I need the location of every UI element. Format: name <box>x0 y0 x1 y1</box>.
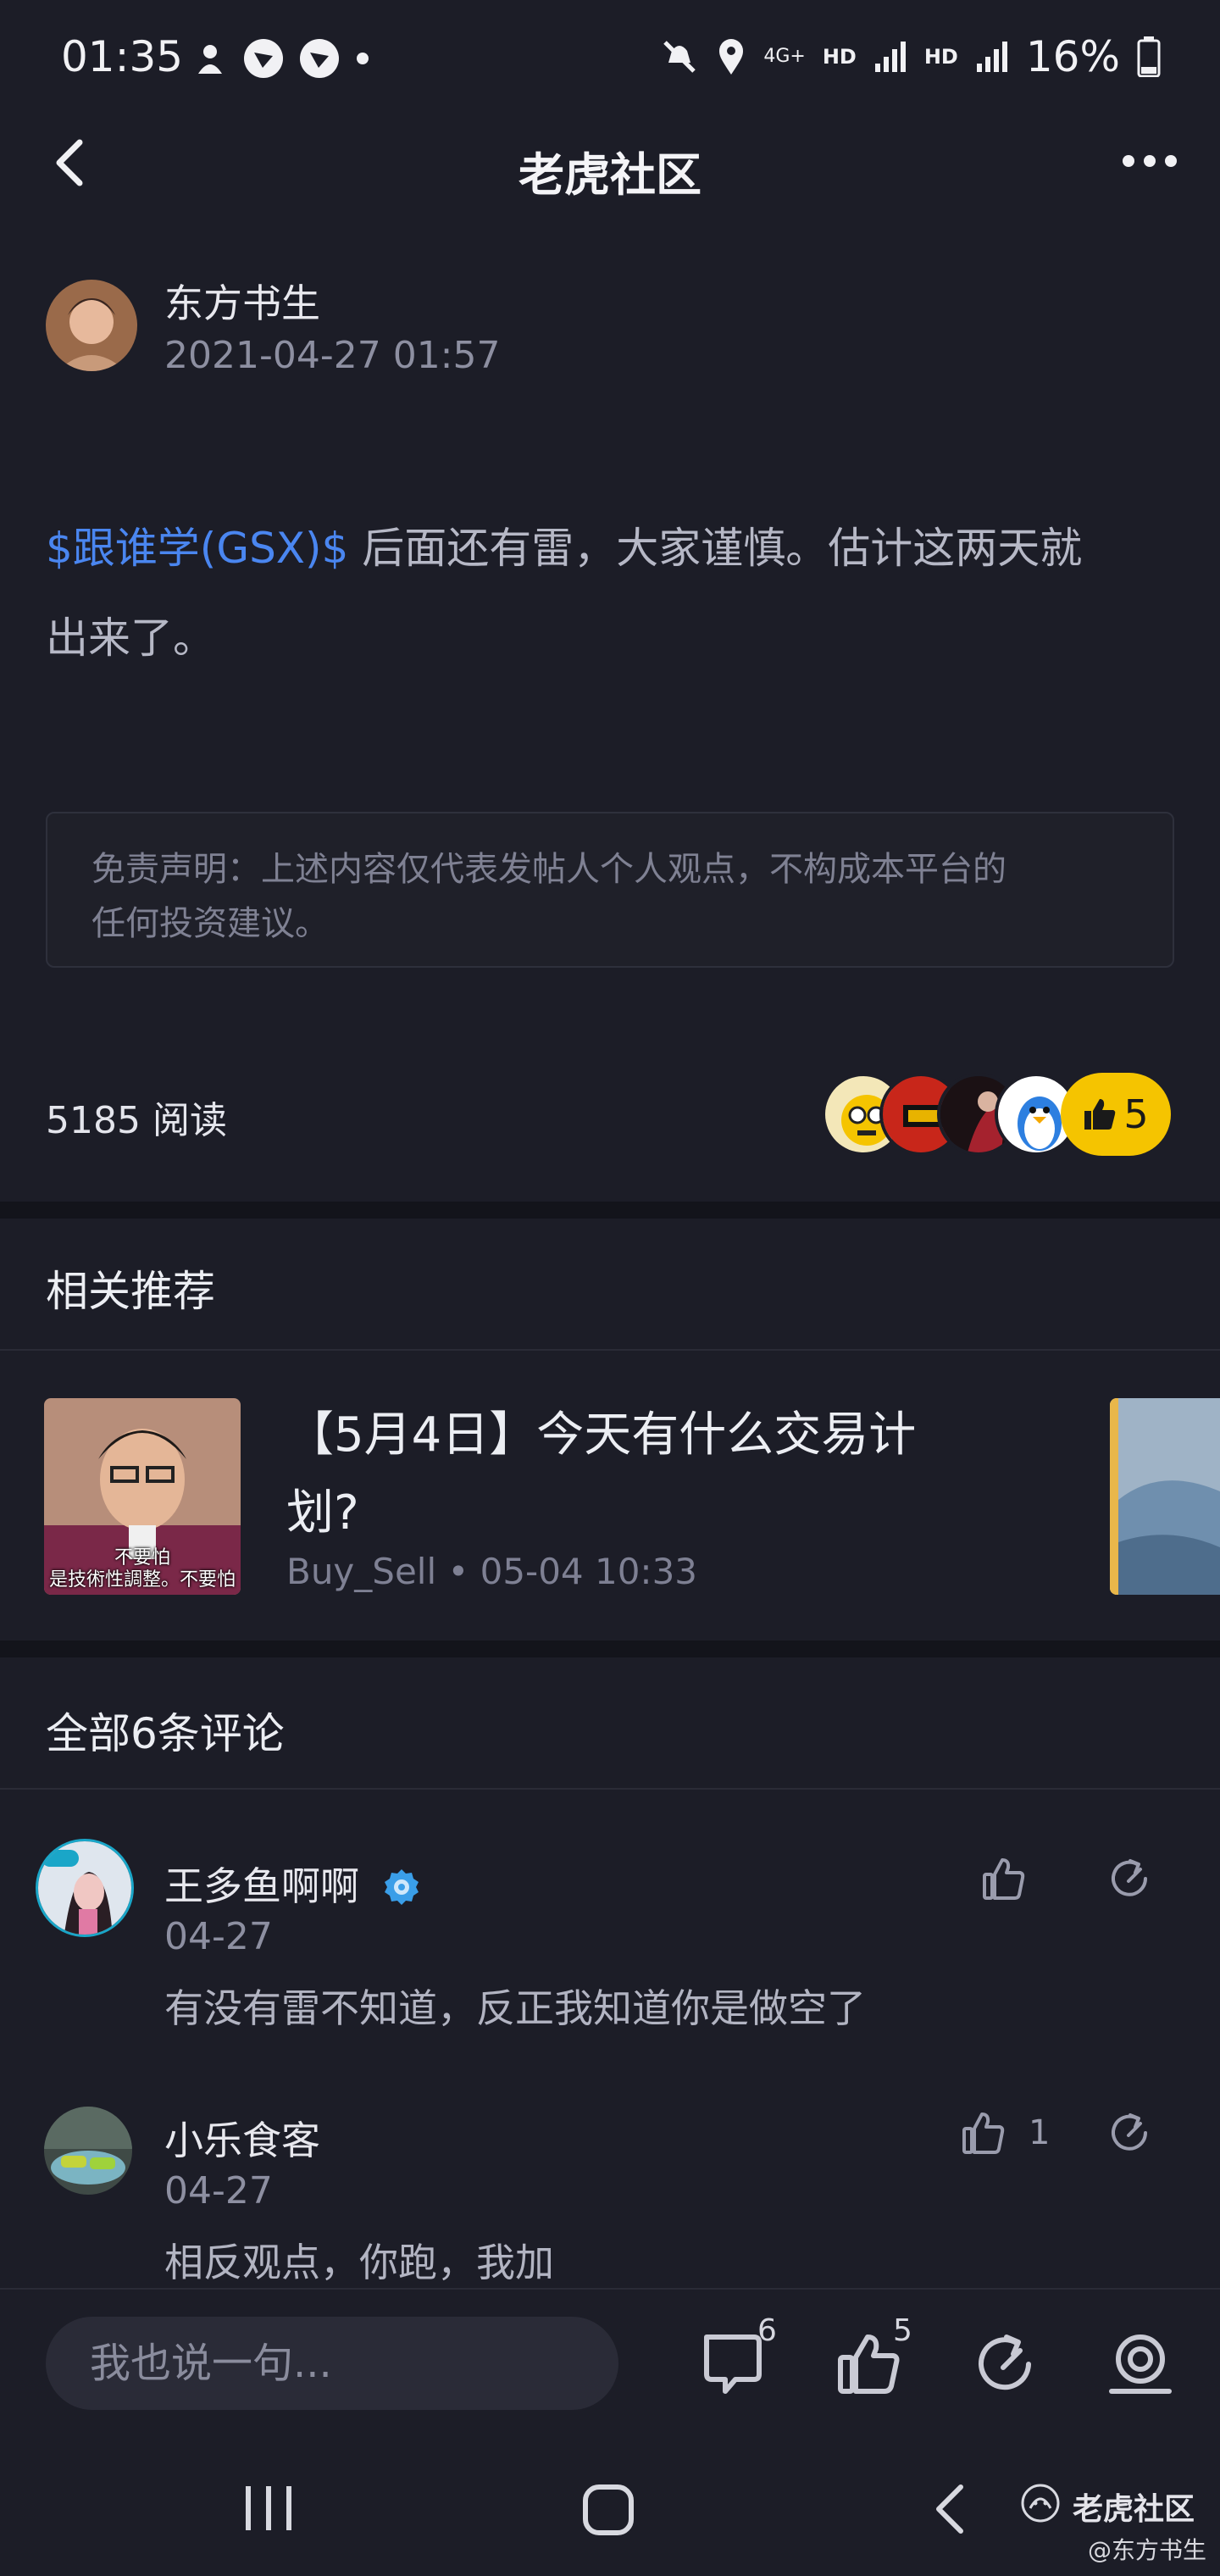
mute-icon <box>663 41 696 73</box>
system-navigation-bar: 老虎社区 @东方书生 <box>0 2440 1220 2576</box>
recent-apps-icon[interactable] <box>242 2483 295 2534</box>
comment-share-icon[interactable] <box>1106 2110 1152 2156</box>
verified-badge-icon <box>384 1869 419 1905</box>
comment-date: 04-27 <box>164 2169 273 2212</box>
more-options-icon[interactable] <box>1122 154 1178 168</box>
recommend-meta: Buy_Sell • 05-04 10:33 <box>286 1551 698 1592</box>
recommend-thumbnail: 不要怕 是技術性調整。不要怕 <box>44 1398 241 1595</box>
hd-label: HD <box>923 45 958 69</box>
read-count: 5185 阅读 <box>46 1099 227 1142</box>
section-divider <box>0 1641 1220 1657</box>
home-icon[interactable] <box>581 2483 635 2537</box>
comment-share-icon[interactable] <box>1106 1856 1152 1901</box>
thumbnail-caption: 不要怕 是技術性調整。不要怕 <box>48 1547 236 1591</box>
reward-icon[interactable] <box>1106 2330 1174 2398</box>
post-content: $跟谁学(GSX)$ 后面还有雷，大家谨慎。估计这两天就 出来了。 <box>46 503 1181 683</box>
recommend-title: 【5月4日】今天有什么交易计 划? <box>286 1407 917 1541</box>
commenter-name[interactable]: 王多鱼啊啊 <box>164 1856 421 1912</box>
recommend-thumbnail-next[interactable] <box>1110 1398 1220 1595</box>
commenter-avatar[interactable] <box>44 2107 132 2195</box>
comment-text: 有没有雷不知道，反正我知道你是做空了 <box>164 1985 866 2031</box>
commenter-avatar[interactable] <box>36 1839 134 1937</box>
battery-percent: 16% <box>1025 32 1120 81</box>
nav-bar: 老虎社区 <box>0 119 1220 203</box>
comment-date: 04-27 <box>164 1915 273 1958</box>
app-notification-icon <box>198 45 222 74</box>
post-text-line2: 出来了。 <box>46 613 215 663</box>
comments-section-title: 全部6条评论 <box>46 1709 285 1758</box>
status-system-icons: 4G+ HD HD 16% <box>660 32 1161 81</box>
network-type: 4G+ <box>763 46 806 67</box>
hd-label: HD <box>822 45 857 69</box>
ticker-link[interactable]: $跟谁学(GSX)$ <box>46 524 348 573</box>
like-count: 5 <box>1123 1091 1149 1137</box>
status-time: 01:35 <box>61 32 184 81</box>
watermark-name: 老虎社区 <box>1073 2492 1195 2527</box>
bottom-like-count: 5 <box>893 2313 912 2348</box>
divider <box>0 1788 1220 1790</box>
battery-icon <box>1137 36 1161 77</box>
comment-like-count: 1 <box>1029 2113 1051 2152</box>
disclaimer-line: 任何投资建议。 <box>92 904 329 943</box>
section-divider <box>0 1202 1220 1219</box>
share-icon[interactable] <box>971 2330 1039 2398</box>
watermark-author: @东方书生 <box>1088 2536 1207 2564</box>
recommend-section-title: 相关推荐 <box>46 1267 215 1316</box>
comment-like-icon[interactable] <box>961 2110 1006 2156</box>
page-title: 老虎社区 <box>518 148 702 202</box>
author-name[interactable]: 东方书生 <box>164 273 320 329</box>
thumbs-up-icon <box>1084 1099 1116 1130</box>
disclaimer-line: 免责声明：上述内容仅代表发帖人个人观点，不构成本平台的 <box>92 850 1006 889</box>
comment-input[interactable]: 我也说一句... <box>46 2317 618 2410</box>
post-timestamp: 2021-04-27 01:57 <box>164 334 501 377</box>
signal-icon <box>874 42 906 72</box>
status-bar: 01:35 4G+ HD HD 16% <box>0 0 1220 119</box>
author-avatar[interactable] <box>46 280 137 371</box>
app-notification-icon <box>244 39 283 78</box>
signal-icon <box>976 42 1007 72</box>
bottom-action-bar: 我也说一句... 6 5 <box>0 2288 1220 2440</box>
commenter-name[interactable]: 小乐食客 <box>164 2110 320 2166</box>
status-notification-icons <box>191 37 371 80</box>
comment-like-icon[interactable] <box>981 1856 1027 1901</box>
divider <box>0 1349 1220 1351</box>
like-count-badge[interactable]: 5 <box>1061 1073 1171 1156</box>
location-icon <box>719 39 744 75</box>
bottom-comment-count: 6 <box>757 2313 777 2348</box>
back-nav-icon[interactable] <box>932 2483 966 2535</box>
app-notification-icon <box>300 39 339 78</box>
disclaimer-box: 免责声明：上述内容仅代表发帖人个人观点，不构成本平台的 任何投资建议。 <box>46 812 1174 968</box>
more-notifications-dot-icon <box>357 53 369 64</box>
comment-text: 相反观点，你跑，我加 <box>164 2240 554 2285</box>
post-text-line1: 后面还有雷，大家谨慎。估计这两天就 <box>348 524 1083 573</box>
tiger-logo-icon <box>1021 2484 1060 2523</box>
